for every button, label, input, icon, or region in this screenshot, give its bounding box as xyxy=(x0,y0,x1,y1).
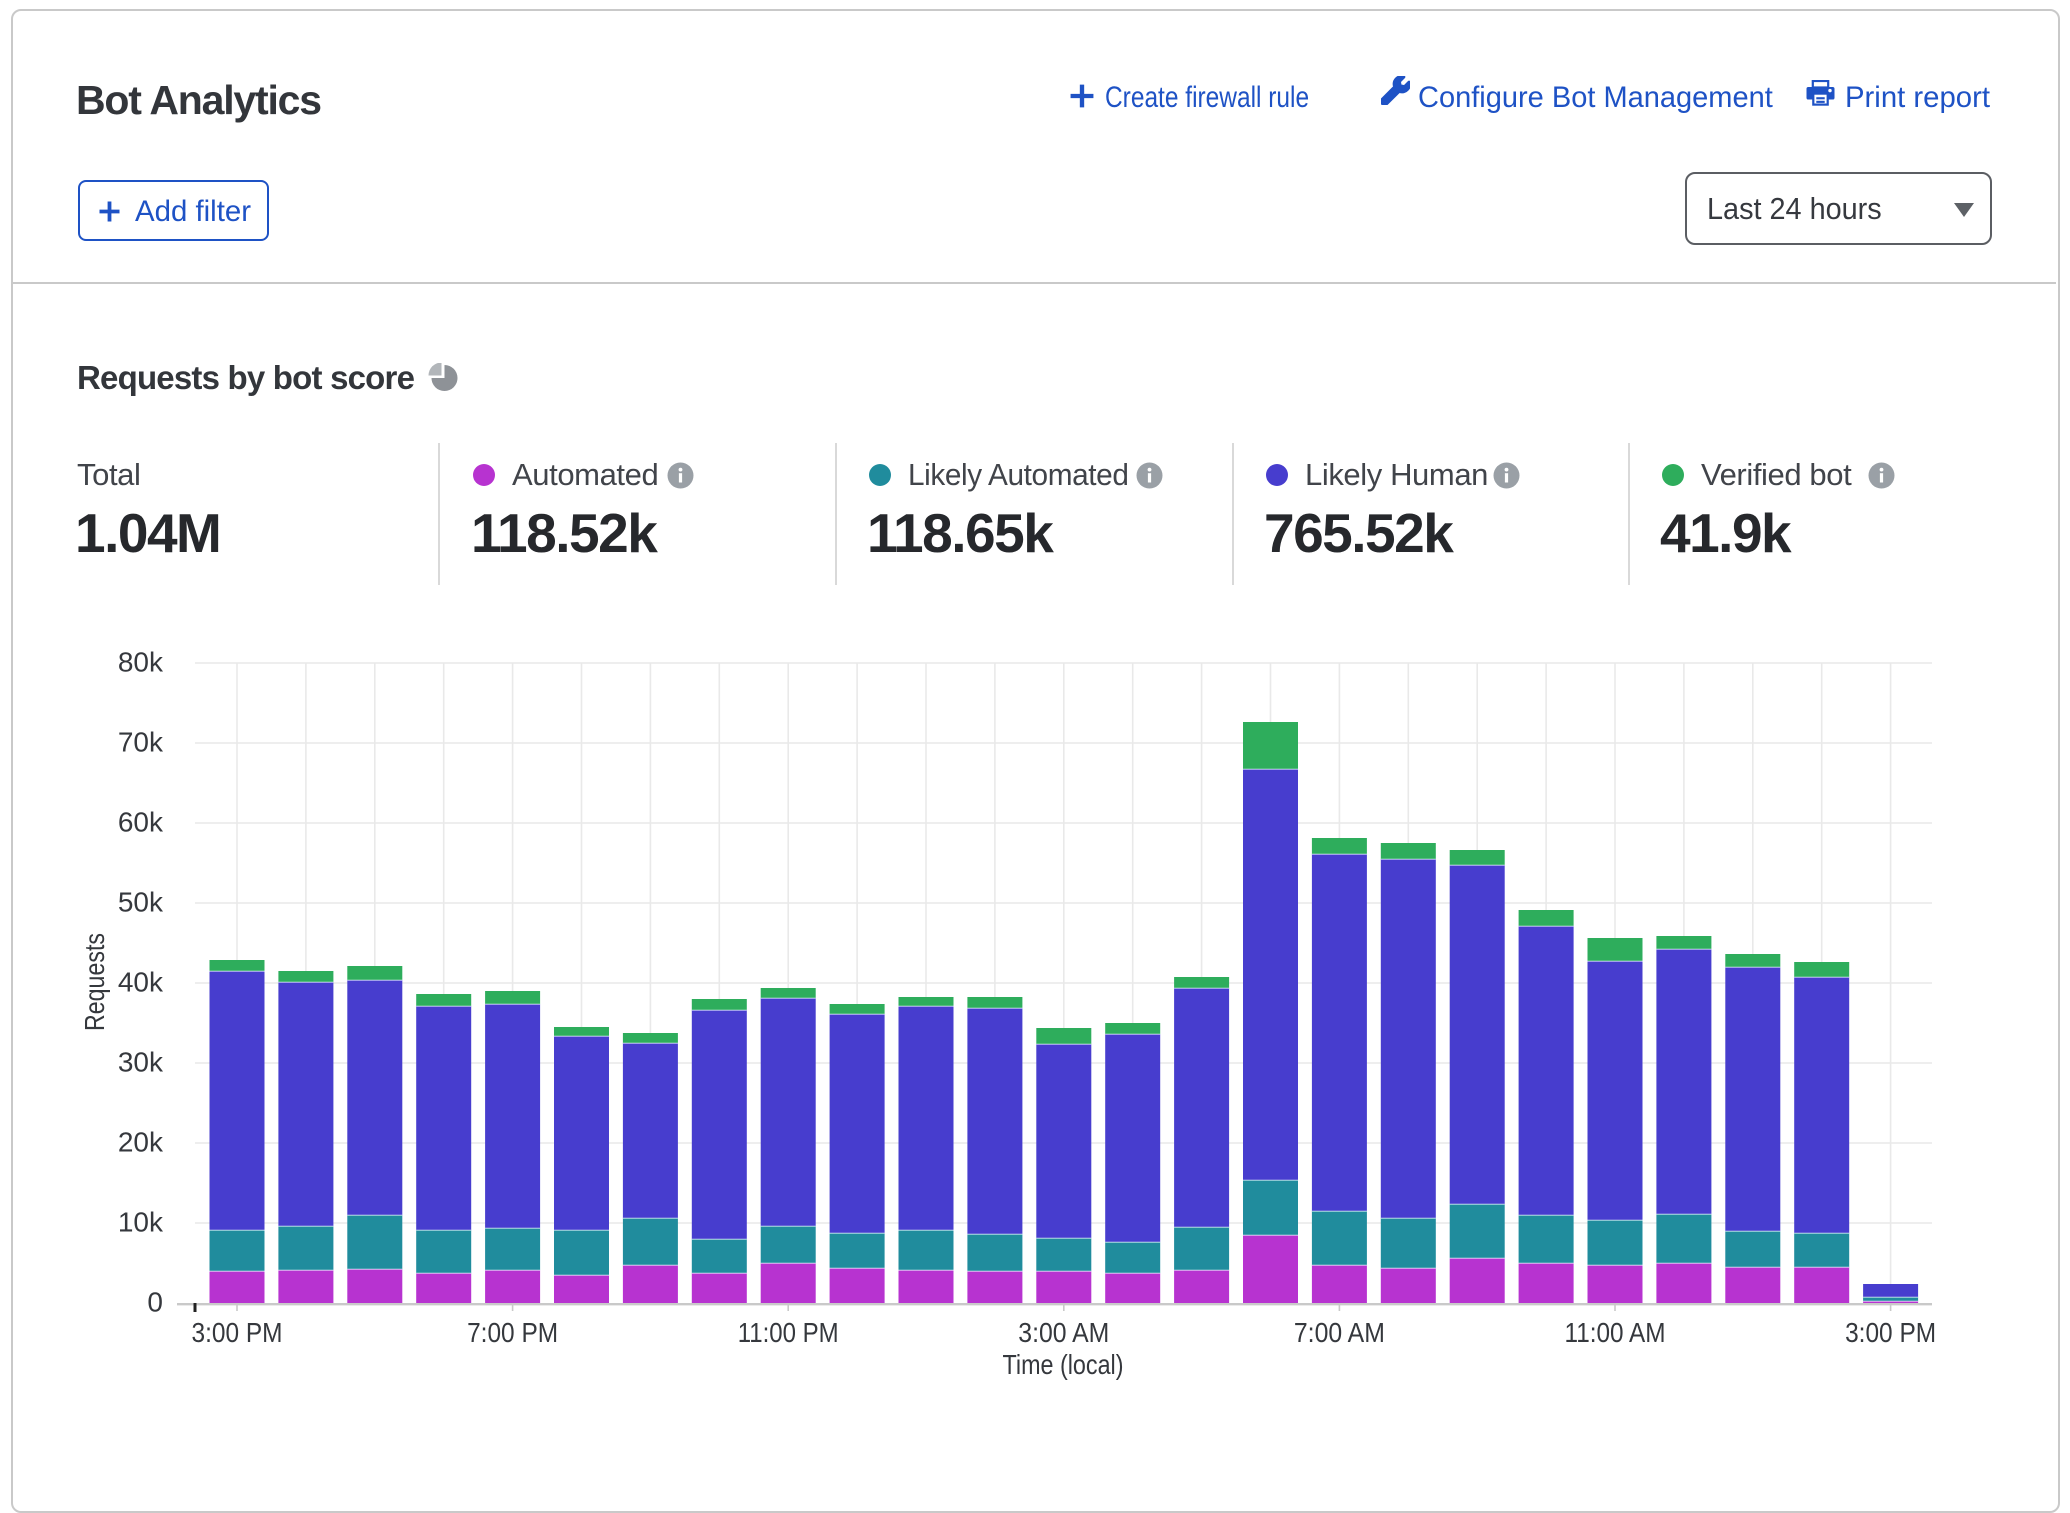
svg-text:20k: 20k xyxy=(118,1126,164,1157)
svg-text:7:00 PM: 7:00 PM xyxy=(467,1317,558,1348)
svg-text:10k: 10k xyxy=(118,1206,164,1237)
svg-text:40k: 40k xyxy=(118,966,164,997)
svg-text:3:00 PM: 3:00 PM xyxy=(192,1317,283,1348)
svg-text:Time (local): Time (local) xyxy=(1003,1349,1124,1380)
svg-text:11:00 AM: 11:00 AM xyxy=(1565,1317,1666,1348)
svg-text:0: 0 xyxy=(147,1286,163,1317)
svg-text:80k: 80k xyxy=(118,646,164,677)
svg-text:70k: 70k xyxy=(118,726,164,757)
svg-text:30k: 30k xyxy=(118,1046,164,1077)
svg-text:7:00 AM: 7:00 AM xyxy=(1294,1317,1385,1348)
svg-text:11:00 PM: 11:00 PM xyxy=(738,1317,839,1348)
svg-text:50k: 50k xyxy=(118,886,164,917)
svg-text:3:00 AM: 3:00 AM xyxy=(1018,1317,1109,1348)
svg-text:Requests: Requests xyxy=(79,933,110,1031)
svg-text:60k: 60k xyxy=(118,806,164,837)
svg-text:3:00 PM: 3:00 PM xyxy=(1845,1317,1936,1348)
